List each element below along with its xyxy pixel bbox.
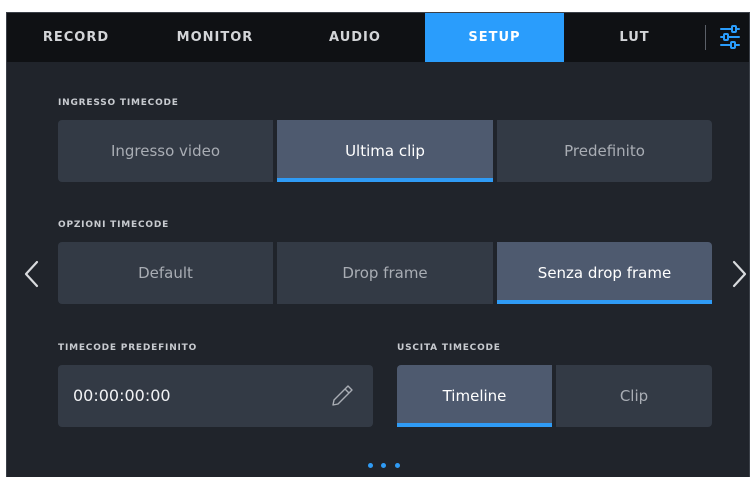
settings-button[interactable] xyxy=(707,13,749,62)
option-label: Senza drop frame xyxy=(537,264,672,282)
timecode-output-label: USCITA TIMECODE xyxy=(397,343,501,353)
timecode-options-drop-frame[interactable]: Drop frame xyxy=(277,242,493,304)
top-menu-bar: RECORD MONITOR AUDIO SETUP LUT xyxy=(7,13,749,62)
menu-divider xyxy=(705,25,706,50)
selection-indicator xyxy=(397,423,552,427)
edit-timecode-button[interactable] xyxy=(329,383,355,409)
page-dot[interactable] xyxy=(381,463,386,468)
option-label: Ultima clip xyxy=(345,142,425,160)
preset-timecode-label: TIMECODE PREDEFINITO xyxy=(58,343,198,353)
prev-page-button[interactable] xyxy=(20,254,44,294)
timecode-input-option-last-clip[interactable]: Ultima clip xyxy=(277,120,493,182)
option-label: Clip xyxy=(619,387,649,405)
timecode-output-clip[interactable]: Clip xyxy=(556,365,712,427)
preset-timecode-value: 00:00:00:00 xyxy=(73,386,171,405)
preset-timecode-field[interactable]: 00:00:00:00 xyxy=(58,365,373,427)
tab-setup[interactable]: SETUP xyxy=(425,13,564,62)
tab-audio[interactable]: AUDIO xyxy=(285,13,425,62)
selection-indicator xyxy=(277,178,493,182)
page-dot[interactable] xyxy=(368,463,373,468)
timecode-input-option-preset[interactable]: Predefinito xyxy=(497,120,712,182)
pencil-icon xyxy=(332,385,353,406)
page-dot[interactable] xyxy=(395,463,400,468)
timecode-options-non-drop-frame[interactable]: Senza drop frame xyxy=(497,242,712,304)
option-label: Predefinito xyxy=(564,142,645,160)
timecode-input-option-video[interactable]: Ingresso video xyxy=(58,120,273,182)
option-label: Ingresso video xyxy=(110,142,221,160)
selection-indicator xyxy=(497,300,712,304)
timecode-output-timeline[interactable]: Timeline xyxy=(397,365,552,427)
page-indicator xyxy=(368,463,408,471)
timecode-options-default[interactable]: Default xyxy=(58,242,273,304)
camera-setup-screen: RECORD MONITOR AUDIO SETUP LUT INGRESSO … xyxy=(6,12,750,477)
timecode-options-label: OPZIONI TIMECODE xyxy=(58,220,170,230)
timecode-input-label: INGRESSO TIMECODE xyxy=(58,98,179,108)
option-label: Timeline xyxy=(442,387,507,405)
option-label: Drop frame xyxy=(342,264,428,282)
tab-record[interactable]: RECORD xyxy=(7,13,145,62)
tab-lut[interactable]: LUT xyxy=(564,13,705,62)
tab-monitor[interactable]: MONITOR xyxy=(145,13,285,62)
option-label: Default xyxy=(138,264,193,282)
sliders-icon xyxy=(720,25,740,49)
chevron-right-icon xyxy=(732,260,747,288)
chevron-left-icon xyxy=(24,260,39,288)
next-page-button[interactable] xyxy=(727,254,749,294)
